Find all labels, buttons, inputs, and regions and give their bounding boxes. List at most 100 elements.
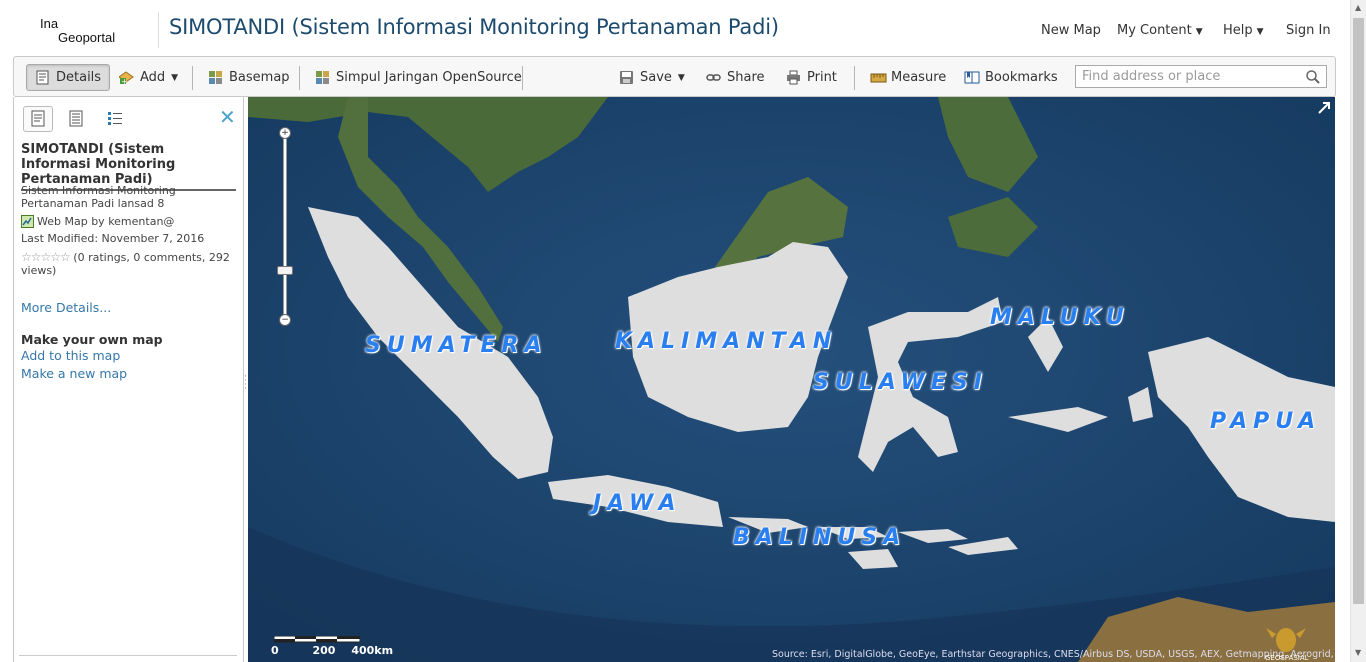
my-content-menu[interactable]: My Content ▼ bbox=[1117, 23, 1203, 38]
help-label: Help bbox=[1223, 23, 1253, 38]
toolbar-divider bbox=[192, 66, 193, 90]
zoom-slider[interactable]: + − bbox=[277, 127, 293, 326]
save-icon bbox=[619, 70, 634, 85]
search-input[interactable] bbox=[1082, 69, 1302, 84]
map-description: Sistem Informasi Monitoring Pertanaman P… bbox=[21, 184, 176, 210]
share-button[interactable]: Share bbox=[702, 64, 769, 91]
details-button[interactable]: Details bbox=[26, 64, 111, 91]
caret-down-icon: ▼ bbox=[1256, 27, 1264, 37]
svg-text:+: + bbox=[121, 77, 128, 85]
panel-splitter-handle[interactable]: · · · · bbox=[244, 373, 247, 394]
zoom-in-icon[interactable]: + bbox=[279, 127, 291, 139]
measure-label: Measure bbox=[891, 70, 947, 85]
more-details-link[interactable]: More Details... bbox=[21, 300, 111, 315]
toolbar-divider bbox=[299, 66, 300, 90]
new-map-link[interactable]: New Map bbox=[1041, 23, 1101, 38]
close-icon[interactable]: ✕ bbox=[219, 105, 236, 129]
inageoportal-logo[interactable]: Ina Geoportal bbox=[40, 17, 115, 45]
geospasial-logo-text: GEOSPASIAL UNTUK NEGERI bbox=[1265, 654, 1310, 662]
print-label: Print bbox=[807, 70, 837, 85]
add-to-map-link[interactable]: Add to this map bbox=[21, 348, 120, 363]
tab-legend[interactable] bbox=[100, 106, 130, 132]
legend-icon bbox=[108, 112, 122, 125]
zoom-thumb[interactable] bbox=[277, 266, 293, 275]
caret-down-icon: ▼ bbox=[677, 72, 685, 83]
zoom-out-icon[interactable]: − bbox=[279, 314, 291, 326]
link-icon bbox=[706, 70, 721, 85]
details-panel: ✕ SIMOTANDI (Sistem Informasi Monitoring… bbox=[13, 97, 244, 662]
map-canvas[interactable]: SUMATERA KALIMANTAN SULAWESI MALUKU PAPU… bbox=[248, 97, 1335, 662]
bookmarks-button[interactable]: Bookmarks bbox=[960, 64, 1062, 91]
search-box bbox=[1075, 65, 1327, 88]
scale-labels: 0 200 400km bbox=[271, 644, 393, 657]
owner-link[interactable]: kementan@ bbox=[108, 215, 174, 228]
measure-button[interactable]: Measure bbox=[866, 64, 950, 91]
add-label: Add bbox=[140, 70, 166, 85]
share-label: Share bbox=[727, 70, 765, 85]
simpul-jaringan-button[interactable]: Simpul Jaringan OpenSource bbox=[311, 64, 526, 91]
content-icon bbox=[69, 110, 83, 127]
ruler-icon bbox=[870, 70, 887, 85]
basemap-label: Basemap bbox=[229, 70, 290, 85]
save-label: Save bbox=[640, 70, 672, 85]
details-label: Details bbox=[56, 70, 102, 85]
label-jawa: JAWA bbox=[593, 491, 682, 516]
make-map-heading: Make your own map bbox=[21, 332, 163, 347]
app-header: Ina Geoportal SIMOTANDI (Sistem Informas… bbox=[0, 0, 1350, 55]
map-toolbar: Details + Add ▼ Basemap Simpul Jaringan … bbox=[13, 56, 1336, 97]
basemap-grid-icon bbox=[315, 70, 330, 85]
print-button[interactable]: Print bbox=[782, 64, 841, 91]
rating-stars-icon[interactable]: ☆☆☆☆☆ bbox=[21, 250, 71, 264]
logo-line-2: Geoportal bbox=[58, 30, 116, 45]
basemap-button[interactable]: Basemap bbox=[204, 64, 294, 91]
scale-label-200: 200 bbox=[312, 644, 336, 657]
page-title: SIMOTANDI (Sistem Informasi Monitoring P… bbox=[169, 15, 779, 39]
panel-divider bbox=[19, 655, 237, 656]
label-balinusa: BALINUSA bbox=[733, 525, 907, 550]
save-button[interactable]: Save ▼ bbox=[615, 64, 689, 91]
web-map-owner: Web Map by kementan@ bbox=[21, 215, 174, 228]
label-sumatera: SUMATERA bbox=[365, 333, 548, 358]
page-scrollbar[interactable]: ▲ ▼ bbox=[1350, 0, 1366, 662]
sign-in-link[interactable]: Sign In bbox=[1286, 23, 1331, 38]
search-icon[interactable] bbox=[1306, 70, 1320, 88]
scroll-up-icon[interactable]: ▲ bbox=[1355, 3, 1361, 12]
zoom-track[interactable] bbox=[283, 135, 287, 315]
bookmark-icon bbox=[964, 70, 980, 85]
label-papua: PAPUA bbox=[1210, 409, 1322, 434]
toolbar-divider bbox=[854, 66, 855, 90]
logo-line-1: Ina bbox=[40, 16, 59, 31]
geospasial-logo: GEOSPASIAL UNTUK NEGERI bbox=[1262, 622, 1335, 662]
label-sulawesi: SULAWESI bbox=[813, 370, 988, 395]
printer-icon bbox=[786, 70, 801, 85]
scroll-down-icon[interactable]: ▼ bbox=[1355, 648, 1361, 657]
web-map-by-label: Web Map by bbox=[37, 215, 105, 228]
scale-label-0: 0 bbox=[271, 644, 279, 657]
label-maluku: MALUKU bbox=[990, 305, 1130, 330]
scale-bar bbox=[274, 636, 360, 643]
add-button[interactable]: + Add ▼ bbox=[115, 64, 182, 91]
map-attribution: Source: Esri, DigitalGlobe, GeoEye, Eart… bbox=[772, 649, 1335, 660]
add-layer-icon: + bbox=[118, 70, 134, 86]
header-divider bbox=[158, 12, 159, 48]
last-modified: Last Modified: November 7, 2016 bbox=[21, 232, 205, 245]
bookmarks-label: Bookmarks bbox=[985, 70, 1058, 85]
my-content-label: My Content bbox=[1117, 23, 1192, 38]
label-kalimantan: KALIMANTAN bbox=[615, 329, 838, 354]
web-map-icon bbox=[21, 215, 34, 228]
help-menu[interactable]: Help ▼ bbox=[1223, 23, 1264, 38]
make-new-map-link[interactable]: Make a new map bbox=[21, 366, 127, 381]
scale-label-400: 400km bbox=[351, 644, 394, 657]
satellite-basemap bbox=[248, 97, 1335, 662]
caret-down-icon: ▼ bbox=[171, 72, 179, 83]
tab-about[interactable] bbox=[23, 106, 53, 132]
tab-content[interactable] bbox=[61, 106, 91, 132]
about-icon bbox=[31, 110, 45, 127]
rating-row: ☆☆☆☆☆ (0 ratings, 0 comments, 292 views) bbox=[21, 250, 237, 278]
caret-down-icon: ▼ bbox=[1195, 27, 1203, 37]
expand-icon[interactable] bbox=[1317, 100, 1331, 119]
basemap-icon bbox=[208, 70, 223, 85]
scroll-thumb[interactable] bbox=[1353, 18, 1364, 604]
toolbar-divider bbox=[522, 66, 523, 90]
simpul-jaringan-label: Simpul Jaringan OpenSource bbox=[336, 70, 522, 85]
